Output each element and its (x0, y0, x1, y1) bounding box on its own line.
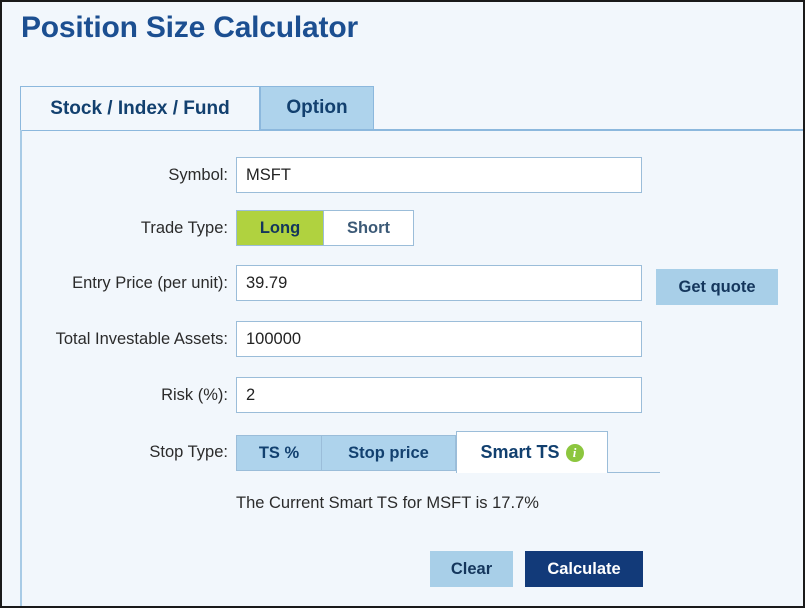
trade-type-long-button[interactable]: Long (236, 210, 324, 246)
tab-option-label: Option (286, 97, 348, 118)
stop-type-tab-ts-percent-label: TS % (258, 443, 300, 462)
symbol-label: Symbol: (168, 166, 228, 184)
stop-type-tab-smart-ts[interactable]: Smart TS i (456, 431, 608, 473)
row-entry-price: Entry Price (per unit): Get quote (22, 263, 803, 305)
symbol-input[interactable] (236, 157, 642, 193)
trade-type-toggle: Long Short (236, 210, 414, 246)
calculator-panel: Symbol: Trade Type: Long Short Entry Pri… (20, 130, 803, 606)
trade-type-short-button[interactable]: Short (324, 210, 414, 246)
entry-price-label: Entry Price (per unit): (72, 274, 228, 292)
row-total-assets: Total Investable Assets: (22, 319, 803, 359)
stop-type-tab-underline (608, 472, 660, 473)
row-symbol: Symbol: (22, 155, 803, 195)
action-buttons: Clear Calculate (430, 551, 643, 587)
main-tab-strip: Stock / Index / Fund Option (20, 86, 803, 131)
stop-type-tab-stop-price-label: Stop price (348, 443, 429, 462)
tab-stock-index-fund[interactable]: Stock / Index / Fund (20, 86, 260, 130)
risk-input[interactable] (236, 377, 642, 413)
stop-type-tab-smart-ts-label: Smart TS (480, 442, 560, 462)
trade-type-long-label: Long (259, 218, 301, 237)
tab-stock-index-fund-label: Stock / Index / Fund (50, 97, 230, 119)
tab-option[interactable]: Option (260, 86, 374, 130)
trade-type-short-label: Short (346, 218, 391, 237)
clear-button[interactable]: Clear (430, 551, 513, 587)
get-quote-button[interactable]: Get quote (656, 269, 778, 305)
trade-type-label: Trade Type: (140, 219, 228, 237)
stop-type-tab-ts-percent[interactable]: TS % (236, 435, 322, 471)
stop-type-label: Stop Type: (149, 443, 228, 461)
app-window: Position Size Calculator Stock / Index /… (0, 0, 805, 608)
row-stop-type: Stop Type: TS % Stop price Smart TS i (22, 431, 803, 473)
risk-label: Risk (%): (161, 386, 228, 404)
calculate-button[interactable]: Calculate (525, 551, 643, 587)
entry-price-input[interactable] (236, 265, 642, 301)
smart-ts-note: The Current Smart TS for MSFT is 17.7% (236, 494, 539, 512)
row-trade-type: Trade Type: Long Short (22, 208, 803, 248)
info-icon[interactable]: i (565, 443, 584, 462)
stop-type-tab-stop-price[interactable]: Stop price (322, 435, 456, 471)
total-assets-label: Total Investable Assets: (55, 330, 228, 348)
row-risk: Risk (%): (22, 375, 803, 415)
total-assets-input[interactable] (236, 321, 642, 357)
page-title: Position Size Calculator (21, 11, 358, 44)
stop-type-tab-group: TS % Stop price Smart TS i (236, 431, 660, 473)
